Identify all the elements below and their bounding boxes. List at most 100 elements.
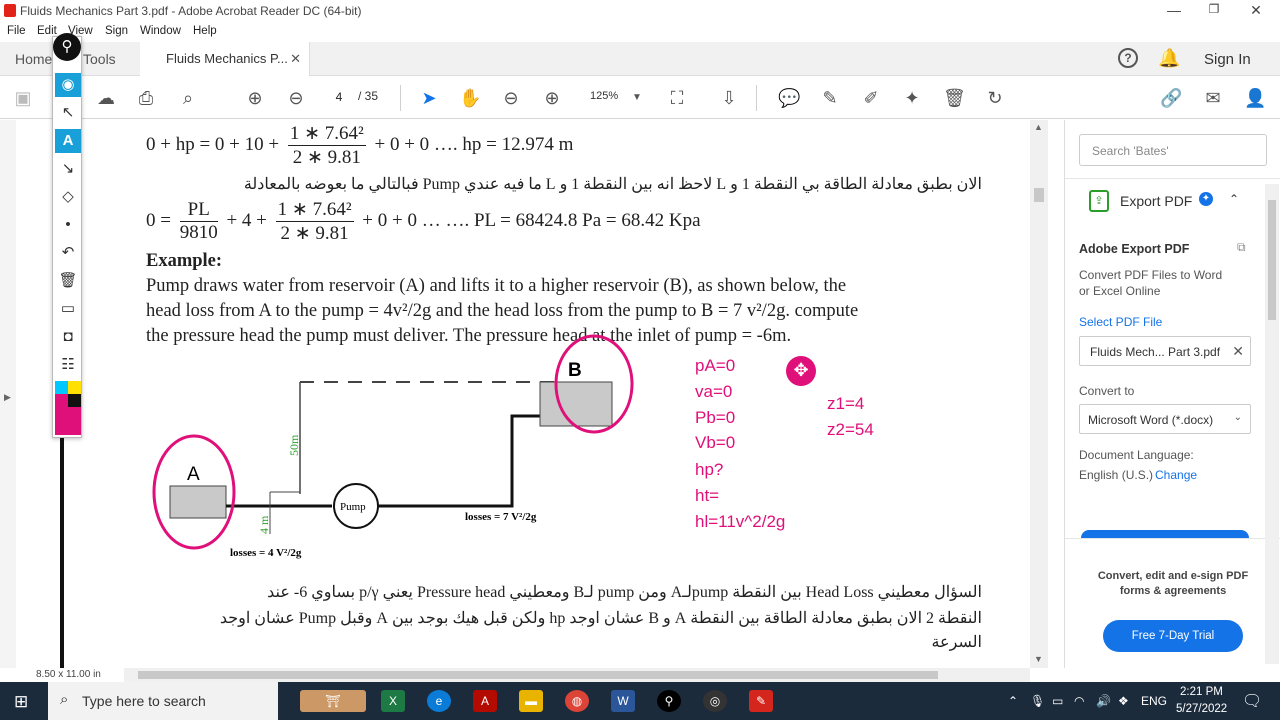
prev-page-icon[interactable]: ⊕ bbox=[244, 87, 266, 109]
restore-button[interactable]: ❐ bbox=[1194, 2, 1234, 16]
vertical-scrollbar[interactable]: ▲ ▼ bbox=[1030, 120, 1048, 668]
pdf-app-icon[interactable]: ✎ bbox=[749, 690, 773, 712]
microphone-icon[interactable]: 🎙 bbox=[1030, 694, 1045, 708]
tab-tools[interactable]: Tools bbox=[83, 42, 116, 76]
share-user-icon[interactable]: 👤 bbox=[1244, 87, 1266, 109]
change-language-link[interactable]: Change bbox=[1155, 468, 1197, 482]
select-pdf-file-link[interactable]: Select PDF File bbox=[1079, 315, 1162, 329]
pen-app-icon[interactable]: ⚲ bbox=[657, 690, 681, 712]
tray-chevron-icon[interactable]: ⌃ bbox=[1008, 694, 1018, 708]
notifications-icon[interactable]: 🗨 bbox=[1242, 691, 1262, 711]
recorder-icon[interactable]: ◎ bbox=[703, 690, 727, 712]
network-icon[interactable]: ▭ bbox=[1052, 694, 1063, 708]
pointer-icon[interactable]: ↖ bbox=[55, 101, 81, 125]
document-viewport[interactable]: ▶ 0 + hp = 0 + 10 + 1 ∗ 7.64² 2 ∗ 9.81 + … bbox=[0, 120, 1050, 668]
free-trial-button[interactable]: Free 7-Day Trial bbox=[1103, 620, 1243, 652]
undo-icon[interactable]: ↶ bbox=[55, 241, 81, 265]
upload-icon[interactable]: ☁ bbox=[95, 87, 117, 109]
print-icon[interactable]: ⎙ bbox=[135, 87, 157, 109]
hand-tool-icon[interactable]: ✋ bbox=[459, 87, 481, 109]
text-tool-icon[interactable]: A bbox=[55, 129, 81, 153]
close-tab-icon[interactable]: ✕ bbox=[290, 51, 301, 67]
panel-scrollbar[interactable] bbox=[1265, 184, 1279, 664]
weather-widget-icon[interactable]: ⛩ bbox=[300, 690, 366, 712]
horizontal-scrollbar[interactable] bbox=[124, 668, 1030, 682]
color-swatch-pink[interactable] bbox=[55, 394, 68, 407]
eraser-icon[interactable]: ◇ bbox=[55, 185, 81, 209]
minimize-button[interactable]: — bbox=[1154, 2, 1194, 18]
dot-size-icon[interactable]: • bbox=[55, 213, 81, 237]
camera-icon[interactable]: ◘ bbox=[55, 325, 81, 349]
windows-start-icon[interactable]: ⊞ bbox=[14, 692, 28, 712]
clear-file-icon[interactable]: ✕ bbox=[1232, 343, 1244, 360]
wifi-icon[interactable]: ◠ bbox=[1074, 694, 1084, 708]
menu-file[interactable]: File bbox=[7, 25, 26, 37]
dropbox-icon[interactable]: ❖ bbox=[1118, 694, 1129, 708]
color-swatch-cyan[interactable] bbox=[55, 381, 68, 394]
selected-file-field[interactable]: Fluids Mech... Part 3.pdf ✕ bbox=[1079, 336, 1251, 366]
acrobat-taskbar-icon[interactable]: A bbox=[473, 690, 497, 712]
active-color[interactable] bbox=[55, 407, 81, 435]
export-pdf-title[interactable]: Export PDF bbox=[1120, 193, 1192, 209]
select-cursor-icon[interactable]: ➤ bbox=[418, 87, 440, 109]
next-page-icon[interactable]: ⊖ bbox=[285, 87, 307, 109]
trash-icon[interactable]: 🗑 bbox=[55, 269, 81, 293]
clock-time[interactable]: 2:21 PM bbox=[1180, 686, 1223, 698]
vertical-scroll-thumb[interactable] bbox=[1034, 188, 1044, 202]
language-indicator[interactable]: ENG bbox=[1141, 694, 1167, 708]
export-button-partial[interactable] bbox=[1081, 530, 1249, 538]
excel-icon[interactable]: X bbox=[381, 690, 405, 712]
stamp-icon[interactable]: ✦ bbox=[901, 87, 923, 109]
scroll-down-icon[interactable]: ▼ bbox=[1034, 654, 1043, 664]
help-icon[interactable]: ? bbox=[1118, 48, 1138, 68]
menu-sign[interactable]: Sign bbox=[105, 25, 128, 37]
zoom-level[interactable]: 125% bbox=[590, 90, 618, 102]
rotate-icon[interactable]: ↻ bbox=[984, 87, 1006, 109]
tab-home[interactable]: Home bbox=[15, 42, 52, 76]
volume-icon[interactable]: 🔊 bbox=[1096, 694, 1111, 708]
page-number-input[interactable]: 4 bbox=[326, 86, 352, 108]
zoom-in-icon[interactable]: ⊕ bbox=[541, 87, 563, 109]
bell-icon[interactable]: 🔔 bbox=[1158, 42, 1180, 76]
color-palette[interactable] bbox=[55, 381, 81, 435]
email-icon[interactable]: ✉ bbox=[1202, 87, 1224, 109]
close-window-button[interactable]: ✕ bbox=[1236, 2, 1276, 19]
chrome-icon[interactable]: ◍ bbox=[565, 690, 589, 712]
convert-to-select[interactable]: Microsoft Word (*.docx) ⌄ bbox=[1079, 404, 1251, 434]
zoom-dropdown-icon[interactable]: ▼ bbox=[626, 87, 648, 109]
scroll-up-icon[interactable]: ▲ bbox=[1034, 122, 1043, 132]
pin-icon[interactable]: ⚲ bbox=[53, 33, 81, 61]
taskbar-search[interactable]: ⌕ Type here to search bbox=[48, 682, 278, 720]
copy-icon[interactable]: ⧉ bbox=[1237, 240, 1246, 255]
draw-icon[interactable]: ✐ bbox=[860, 87, 882, 109]
horizontal-scroll-thumb[interactable] bbox=[138, 671, 938, 679]
save-icon[interactable]: ▣ bbox=[12, 87, 34, 109]
search-icon[interactable]: ⌕ bbox=[177, 87, 199, 109]
sign-in-button[interactable]: Sign In bbox=[1204, 42, 1251, 76]
clock-date[interactable]: 5/27/2022 bbox=[1176, 703, 1227, 715]
comment-icon[interactable]: 💬 bbox=[778, 87, 800, 109]
collapse-icon[interactable]: ⌃ bbox=[1229, 192, 1239, 206]
left-navigation-gutter[interactable]: ▶ bbox=[0, 120, 16, 668]
zoom-out-icon[interactable]: ⊖ bbox=[500, 87, 522, 109]
word-icon[interactable]: W bbox=[611, 690, 635, 712]
expand-left-icon[interactable]: ▶ bbox=[4, 392, 11, 403]
color-swatch-yellow[interactable] bbox=[68, 381, 81, 394]
menu-help[interactable]: Help bbox=[193, 25, 217, 37]
color-swatch-black[interactable] bbox=[68, 394, 81, 407]
whiteboard-icon[interactable]: ▭ bbox=[55, 297, 81, 321]
clipboard-icon[interactable]: ☷ bbox=[55, 353, 81, 377]
highlight-pen-icon[interactable]: ✎ bbox=[819, 87, 841, 109]
menu-window[interactable]: Window bbox=[140, 25, 181, 37]
share-link-icon[interactable]: 🔗 bbox=[1160, 87, 1182, 109]
panel-scroll-thumb[interactable] bbox=[1268, 200, 1276, 320]
eye-icon[interactable]: ◉ bbox=[55, 73, 81, 97]
edge-icon[interactable]: e bbox=[427, 690, 451, 712]
file-explorer-icon[interactable]: ▬ bbox=[519, 690, 543, 712]
search-bates-input[interactable]: Search 'Bates' bbox=[1079, 134, 1267, 166]
delete-icon[interactable]: 🗑 bbox=[943, 87, 966, 109]
line-tool-icon[interactable]: ↘ bbox=[55, 157, 81, 181]
scroll-mode-icon[interactable]: ⇩ bbox=[718, 87, 740, 109]
tab-document[interactable]: Fluids Mechanics P... ✕ bbox=[140, 42, 310, 76]
page-fit-icon[interactable]: ⛶ bbox=[666, 87, 688, 109]
